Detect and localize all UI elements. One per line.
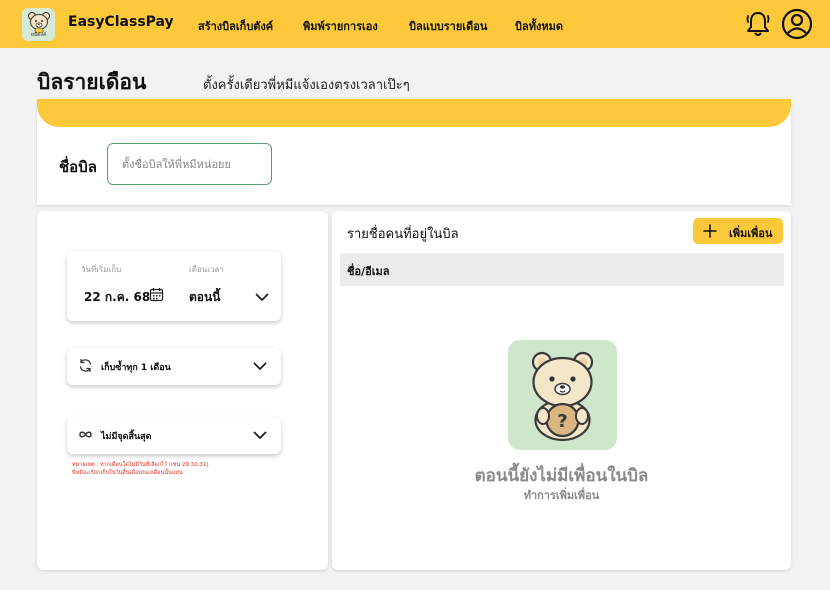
bear-logo-icon: [27, 11, 50, 33]
user-icon[interactable]: [781, 8, 813, 40]
calendar-icon[interactable]: [149, 287, 164, 302]
repeat-label: เก็บซ้ำทุก 1 เดือน: [101, 363, 171, 373]
chevron-down-icon: [253, 362, 267, 370]
bell-icon[interactable]: [745, 10, 771, 38]
empty-state-illustration: ?: [508, 340, 617, 450]
start-date-label: วันที่เริ่มเก็บ: [81, 265, 122, 274]
time-value[interactable]: ตอนนี้: [189, 288, 220, 307]
card-accent-band: [37, 99, 791, 127]
empty-state-subtitle[interactable]: ทำการเพิ่มเพื่อน: [332, 486, 791, 504]
chevron-down-icon[interactable]: [255, 293, 269, 302]
nav-all-bills[interactable]: บิลทั้งหมด: [515, 17, 563, 35]
nav-manual-entry[interactable]: พิมพ์รายการเอง: [303, 17, 378, 35]
logo-text: หมีตังค์: [30, 31, 47, 38]
time-label: เดือนเวลา: [189, 265, 224, 274]
schedule-note: หมายเหตุ : หากเดือนใดไม่มีวันที่เลือกไว้…: [72, 461, 282, 477]
bill-name-label: ชื่อบิล: [59, 158, 97, 176]
add-friend-label: เพิ่มเพื่อน: [729, 227, 773, 240]
schedule-card: วันที่เริ่มเก็บ เดือนเวลา 22 ก.ค. 68 ตอน…: [67, 251, 281, 321]
page-title: บิลรายเดือน: [37, 70, 147, 94]
column-header-name-email: ชื่อ/อีเมล: [347, 265, 390, 278]
table-header: ชื่อ/อีเมล: [340, 253, 784, 286]
repeat-select[interactable]: เก็บซ้ำทุก 1 เดือน: [67, 348, 281, 385]
members-title: รายชื่อคนที่อยู่ในบิล: [347, 227, 459, 242]
nav-create-bill[interactable]: สร้างบิลเก็บตังค์: [198, 17, 273, 35]
end-condition-select[interactable]: ไม่มีจุดสิ้นสุด: [67, 417, 281, 454]
bill-name-card: ชื่อบิล: [37, 99, 791, 205]
schedule-panel: วันที่เริ่มเก็บ เดือนเวลา 22 ก.ค. 68 ตอน…: [37, 211, 328, 570]
start-date-value[interactable]: 22 ก.ค. 68: [84, 288, 150, 307]
empty-state-title: ตอนนี้ยังไม่มีเพื่อนในบิล: [474, 466, 649, 486]
chevron-down-icon: [253, 431, 267, 439]
plus-icon: [703, 224, 717, 238]
add-friend-button[interactable]: เพิ่มเพื่อน: [693, 218, 783, 244]
top-navbar: หมีตังค์ EasyClassPay สร้างบิลเก็บตังค์ …: [0, 0, 830, 48]
app-name[interactable]: EasyClassPay: [68, 14, 174, 30]
refresh-icon: [79, 358, 92, 373]
infinity-icon: [79, 431, 92, 438]
nav-monthly-bill[interactable]: บิลแบบรายเดือน: [409, 17, 487, 35]
page-subtitle: ตั้งครั้งเดียวพี่หมีแจ้งเองตรงเวลาเป๊ะๆ: [203, 78, 410, 93]
members-panel: รายชื่อคนที่อยู่ในบิล เพิ่มเพื่อน ชื่อ/อ…: [332, 211, 791, 570]
end-condition-label: ไม่มีจุดสิ้นสุด: [101, 432, 152, 442]
svg-text:?: ?: [557, 411, 567, 432]
note-line-1: หมายเหตุ : หากเดือนใดไม่มีวันที่เลือกไว้…: [72, 462, 209, 468]
note-line-2: พี่หมีจะเรียกเก็บในวันสิ้นเดือนของเดือนน…: [72, 470, 183, 476]
app-logo[interactable]: หมีตังค์: [22, 8, 55, 41]
bear-icon: ?: [531, 351, 594, 442]
bill-name-input[interactable]: [107, 143, 272, 185]
